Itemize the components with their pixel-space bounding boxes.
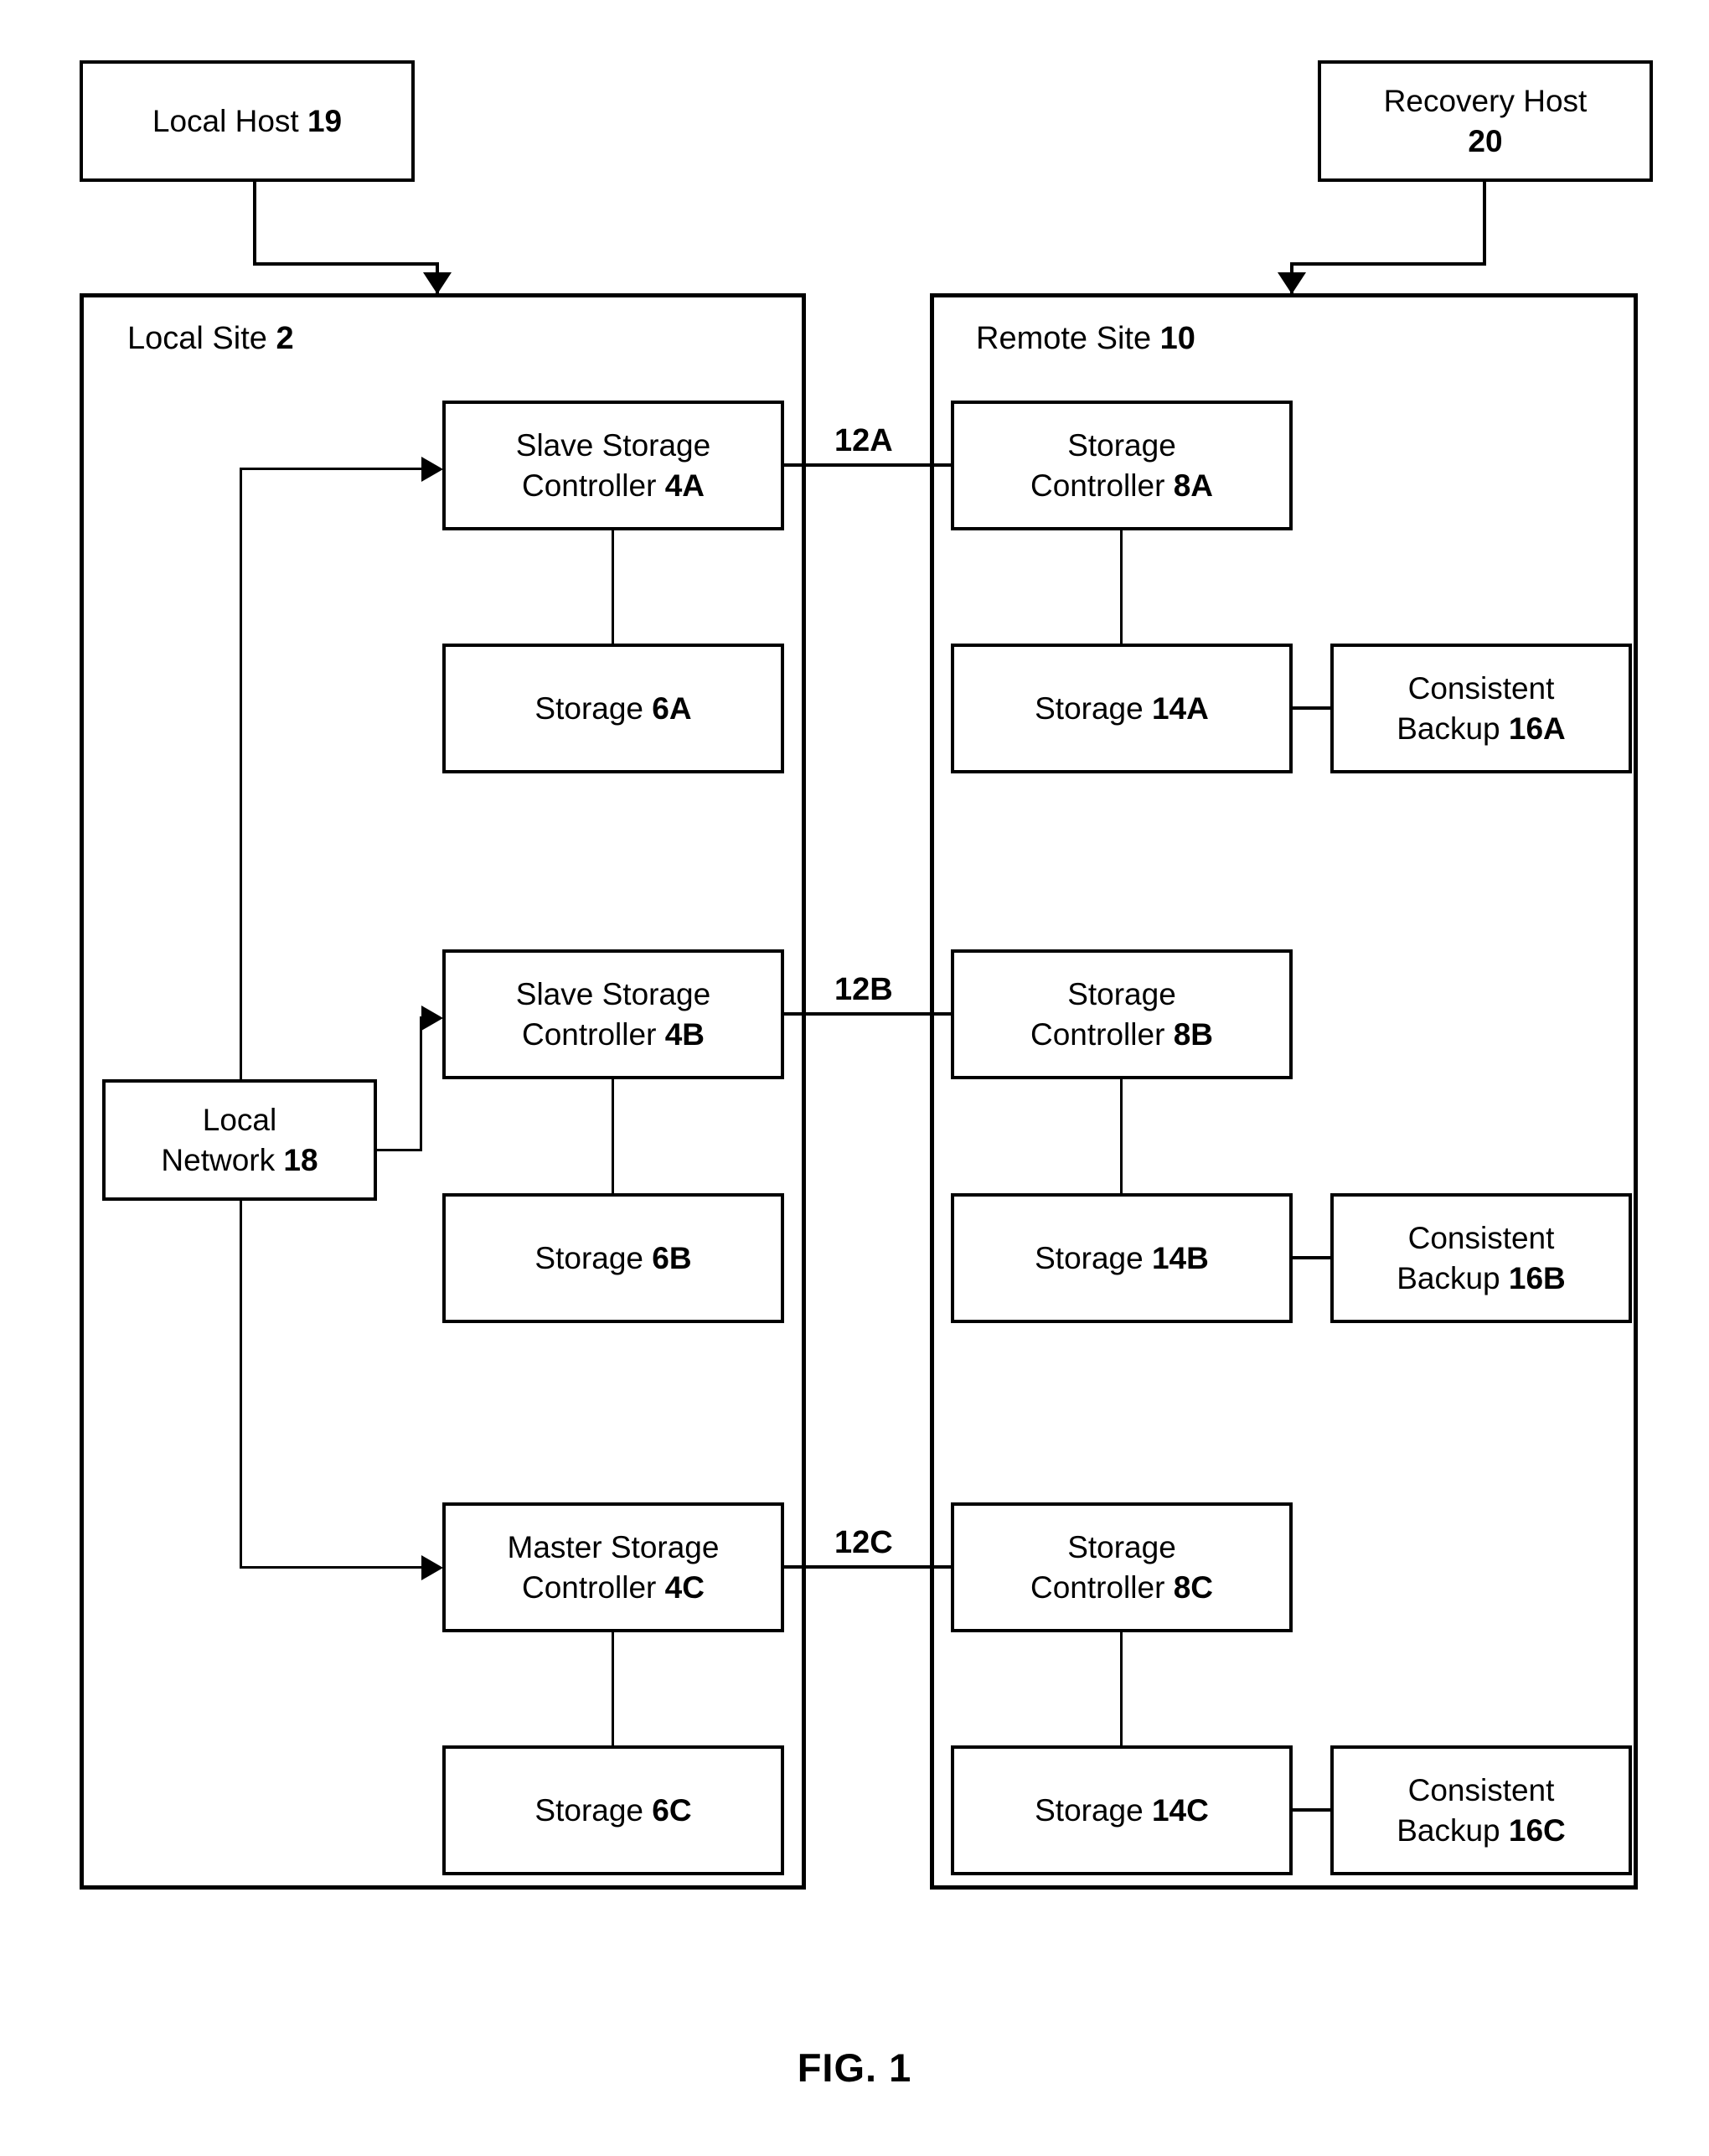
local-site-label: Local Site 2 bbox=[127, 321, 294, 356]
storage-14c-to-backup-16c-link bbox=[1290, 1808, 1332, 1812]
remote-site-container bbox=[930, 293, 1638, 1890]
consistent-backup-16c-box: Consistent Backup 16C bbox=[1330, 1745, 1632, 1875]
storage-controller-8b-box: Storage Controller 8B bbox=[951, 949, 1293, 1079]
recovery-host-connector-segment-1 bbox=[1483, 182, 1486, 266]
local-host-connector-segment-2 bbox=[253, 262, 439, 266]
storage-6b-box: Storage 6B bbox=[442, 1193, 784, 1323]
remote-site-label: Remote Site 10 bbox=[976, 321, 1195, 356]
storage-14b-box: Storage 14B bbox=[951, 1193, 1293, 1323]
consistent-backup-16a-box: Consistent Backup 16A bbox=[1330, 644, 1632, 773]
link-12b-line bbox=[782, 1012, 953, 1016]
storage-controller-8c-label: Storage Controller 8C bbox=[1030, 1530, 1213, 1605]
figure-canvas: Local Host 19 Recovery Host 20 Local Site… bbox=[0, 0, 1709, 2156]
recovery-host-arrowhead-icon bbox=[1278, 272, 1306, 294]
network-to-controller-c-horizontal bbox=[240, 1566, 437, 1569]
controller-4a-to-storage-6a-link bbox=[612, 530, 614, 645]
controller-8b-to-storage-14b-link bbox=[1120, 1079, 1123, 1195]
storage-6c-label: Storage 6C bbox=[534, 1792, 692, 1828]
network-to-controller-a-arrowhead-icon bbox=[421, 457, 443, 482]
storage-14c-box: Storage 14C bbox=[951, 1745, 1293, 1875]
local-host-box: Local Host 19 bbox=[80, 60, 415, 182]
link-12a-label: 12A bbox=[832, 423, 896, 459]
consistent-backup-16b-box: Consistent Backup 16B bbox=[1330, 1193, 1632, 1323]
consistent-backup-16a-label: Consistent Backup 16A bbox=[1397, 671, 1566, 746]
network-to-controller-c-vertical bbox=[240, 1198, 242, 1569]
link-12b-label: 12B bbox=[832, 972, 896, 1008]
link-12a-line bbox=[782, 463, 953, 467]
controller-4b-to-storage-6b-link bbox=[612, 1079, 614, 1195]
figure-caption: FIG. 1 bbox=[797, 2045, 912, 2090]
slave-storage-controller-4b-box: Slave Storage Controller 4B bbox=[442, 949, 784, 1079]
recovery-host-label: Recovery Host 20 bbox=[1383, 84, 1588, 158]
master-storage-controller-4c-box: Master Storage Controller 4C bbox=[442, 1502, 784, 1632]
local-host-label: Local Host 19 bbox=[152, 103, 343, 138]
storage-14b-to-backup-16b-link bbox=[1290, 1256, 1332, 1259]
local-network-label: Local Network 18 bbox=[161, 1103, 318, 1177]
link-12c-label: 12C bbox=[832, 1525, 896, 1561]
network-to-controller-c-arrowhead-icon bbox=[421, 1555, 443, 1580]
network-to-controller-a-horizontal bbox=[240, 468, 437, 470]
recovery-host-box: Recovery Host 20 bbox=[1318, 60, 1653, 182]
storage-6c-box: Storage 6C bbox=[442, 1745, 784, 1875]
storage-14a-to-backup-16a-link bbox=[1290, 706, 1332, 710]
local-host-connector-segment-1 bbox=[253, 182, 256, 266]
storage-6a-box: Storage 6A bbox=[442, 644, 784, 773]
storage-controller-8b-label: Storage Controller 8B bbox=[1030, 977, 1213, 1052]
network-to-controller-b-arrowhead-icon bbox=[421, 1006, 443, 1031]
storage-6a-label: Storage 6A bbox=[534, 690, 692, 726]
storage-controller-8c-box: Storage Controller 8C bbox=[951, 1502, 1293, 1632]
storage-controller-8a-box: Storage Controller 8A bbox=[951, 401, 1293, 530]
recovery-host-connector-segment-2 bbox=[1290, 262, 1486, 266]
storage-14a-box: Storage 14A bbox=[951, 644, 1293, 773]
controller-8c-to-storage-14c-link bbox=[1120, 1632, 1123, 1747]
master-storage-controller-4c-label: Master Storage Controller 4C bbox=[507, 1530, 720, 1605]
local-network-box: Local Network 18 bbox=[102, 1079, 377, 1201]
network-to-controller-b-vertical bbox=[420, 1016, 422, 1151]
storage-controller-8a-label: Storage Controller 8A bbox=[1030, 428, 1213, 503]
consistent-backup-16b-label: Consistent Backup 16B bbox=[1397, 1221, 1566, 1295]
controller-4c-to-storage-6c-link bbox=[612, 1632, 614, 1747]
consistent-backup-16c-label: Consistent Backup 16C bbox=[1397, 1773, 1566, 1848]
controller-8a-to-storage-14a-link bbox=[1120, 530, 1123, 645]
local-host-arrowhead-icon bbox=[423, 272, 452, 294]
slave-storage-controller-4b-label: Slave Storage Controller 4B bbox=[515, 977, 711, 1052]
storage-14b-label: Storage 14B bbox=[1035, 1240, 1209, 1275]
slave-storage-controller-4a-label: Slave Storage Controller 4A bbox=[515, 428, 711, 503]
link-12c-line bbox=[782, 1565, 953, 1569]
network-to-controller-b-horizontal-1 bbox=[375, 1149, 422, 1151]
slave-storage-controller-4a-box: Slave Storage Controller 4A bbox=[442, 401, 784, 530]
network-to-controller-a-vertical bbox=[240, 468, 242, 1081]
storage-14a-label: Storage 14A bbox=[1035, 690, 1209, 726]
storage-6b-label: Storage 6B bbox=[534, 1240, 692, 1275]
storage-14c-label: Storage 14C bbox=[1035, 1792, 1209, 1828]
